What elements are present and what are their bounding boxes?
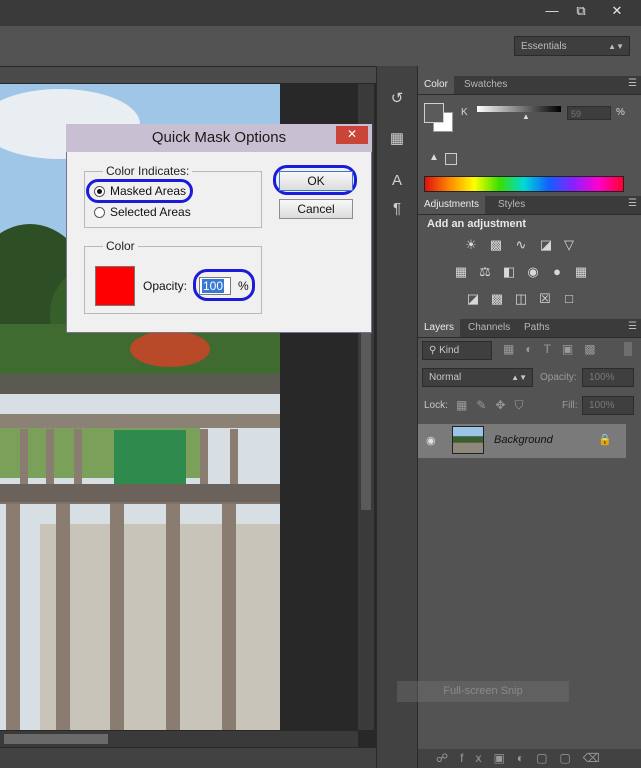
- layer-name[interactable]: Background: [494, 434, 553, 446]
- color-indicates-legend: Color Indicates:: [103, 164, 193, 178]
- dialog-title: Quick Mask Options: [66, 124, 372, 152]
- eye-icon[interactable]: ◉: [426, 434, 436, 447]
- adjustments-panel-tabs: Adjustments Styles ☰: [418, 196, 641, 215]
- ok-button[interactable]: OK: [279, 171, 353, 191]
- document-tab-bar: [0, 67, 376, 83]
- tab-swatches[interactable]: Swatches: [458, 76, 513, 94]
- opacity-percent: %: [238, 279, 249, 293]
- color-legend: Color: [103, 239, 138, 253]
- tab-styles[interactable]: Styles: [492, 196, 531, 214]
- document-status-bar: [0, 748, 376, 768]
- color-spectrum[interactable]: [424, 176, 624, 192]
- layer-opacity-label: Opacity:: [540, 372, 577, 383]
- layer-filter-kind[interactable]: ⚲ Kind: [422, 341, 492, 360]
- tab-paths[interactable]: Paths: [518, 319, 556, 337]
- fill-input[interactable]: 100%: [582, 396, 634, 415]
- gradient-map-icon[interactable]: □: [561, 291, 577, 307]
- layer-opacity-value: 100%: [589, 372, 615, 383]
- color-lookup-icon[interactable]: ▦: [573, 264, 589, 280]
- right-panels: [418, 66, 641, 768]
- cancel-button[interactable]: Cancel: [279, 199, 353, 219]
- tab-channels[interactable]: Channels: [462, 319, 516, 337]
- warning-icon[interactable]: ▲: [429, 152, 439, 163]
- photo-filter-icon[interactable]: ◉: [525, 264, 541, 280]
- lock-icon: 🔒: [598, 434, 612, 446]
- color-panel-tabs: Color Swatches ☰: [418, 76, 641, 95]
- tab-adjustments[interactable]: Adjustments: [418, 196, 486, 214]
- adjustments-heading: Add an adjustment: [427, 218, 527, 230]
- restore-button[interactable]: ⧉: [566, 1, 596, 21]
- filter-kind-label: Kind: [439, 345, 460, 356]
- curves-icon[interactable]: ∿: [513, 237, 529, 253]
- horizontal-scroll-thumb[interactable]: [4, 734, 108, 744]
- channel-label: K: [461, 107, 468, 118]
- history-icon[interactable]: ↺: [386, 88, 408, 110]
- blend-mode-label: Normal: [429, 372, 462, 383]
- fill-label: Fill:: [562, 400, 578, 411]
- tab-layers[interactable]: Layers: [418, 319, 461, 337]
- lock-label: Lock:: [424, 400, 448, 411]
- dialog-close-button[interactable]: ✕: [336, 126, 368, 144]
- filter-toggle[interactable]: [624, 342, 632, 356]
- selective-color-icon[interactable]: ☒: [537, 291, 553, 307]
- invert-icon[interactable]: ◪: [465, 291, 481, 307]
- workspace-label: Essentials: [521, 41, 567, 52]
- k-value-input[interactable]: 59: [567, 106, 611, 120]
- minimize-button[interactable]: —: [537, 1, 567, 21]
- layers-panel-tabs: Layers Channels Paths ☰: [418, 319, 641, 338]
- color-balance-icon[interactable]: ⚖: [477, 264, 493, 280]
- slider-handle-icon[interactable]: ▲: [522, 112, 530, 121]
- properties-icon[interactable]: ▦: [386, 128, 408, 150]
- opacity-label: Opacity:: [143, 279, 188, 293]
- selected-areas-radio[interactable]: [94, 207, 105, 218]
- gamut-swatch[interactable]: [445, 153, 457, 165]
- character-icon[interactable]: A: [386, 170, 408, 192]
- hue-saturation-icon[interactable]: ▦: [453, 264, 469, 280]
- black-white-icon[interactable]: ◧: [501, 264, 517, 280]
- lock-icons[interactable]: ▦✎✥⛉: [456, 398, 532, 413]
- k-slider[interactable]: [477, 106, 561, 112]
- layers-bottom-toolbar: ☍fx▣◐▢▢⌫: [418, 749, 641, 768]
- threshold-icon[interactable]: ◫: [513, 291, 529, 307]
- exposure-icon[interactable]: ◪: [538, 237, 554, 253]
- opacity-value: 100: [202, 279, 225, 293]
- layer-opacity-input[interactable]: 100%: [582, 368, 634, 387]
- channel-mixer-icon[interactable]: ●: [549, 264, 565, 280]
- up-down-arrows-icon: ▲▼: [511, 373, 527, 382]
- levels-icon[interactable]: ▩: [488, 237, 504, 253]
- paragraph-icon[interactable]: ¶: [386, 198, 408, 220]
- workspace-switcher[interactable]: Essentials ▲▼: [514, 36, 630, 56]
- panel-menu-icon[interactable]: ☰: [628, 321, 637, 332]
- fill-value: 100%: [589, 400, 615, 411]
- tab-color[interactable]: Color: [418, 76, 454, 94]
- percent-label: %: [616, 107, 625, 118]
- mask-color-swatch[interactable]: [95, 266, 135, 306]
- layer-actions-icons[interactable]: ☍fx▣◐▢▢⌫: [436, 751, 612, 765]
- panel-menu-icon[interactable]: ☰: [628, 78, 637, 89]
- up-down-arrows-icon: ▲▼: [608, 42, 624, 51]
- vibrance-icon[interactable]: ▽: [561, 237, 577, 253]
- panel-menu-icon[interactable]: ☰: [628, 198, 637, 209]
- layer-thumbnail[interactable]: [452, 426, 484, 454]
- opacity-input[interactable]: 100: [199, 277, 231, 295]
- filter-type-icons[interactable]: ▦◐T▣▩: [503, 342, 607, 356]
- selected-areas-label[interactable]: Selected Areas: [110, 205, 191, 219]
- masked-areas-label[interactable]: Masked Areas: [110, 184, 186, 198]
- posterize-icon[interactable]: ▩: [489, 291, 505, 307]
- close-window-button[interactable]: ✕: [600, 1, 634, 21]
- snip-overlay[interactable]: Full-screen Snip: [397, 681, 569, 702]
- brightness-icon[interactable]: ☀: [463, 237, 479, 253]
- blend-mode-select[interactable]: Normal ▲▼: [422, 368, 533, 387]
- masked-areas-radio[interactable]: [94, 186, 105, 197]
- foreground-color-chip[interactable]: [424, 103, 444, 123]
